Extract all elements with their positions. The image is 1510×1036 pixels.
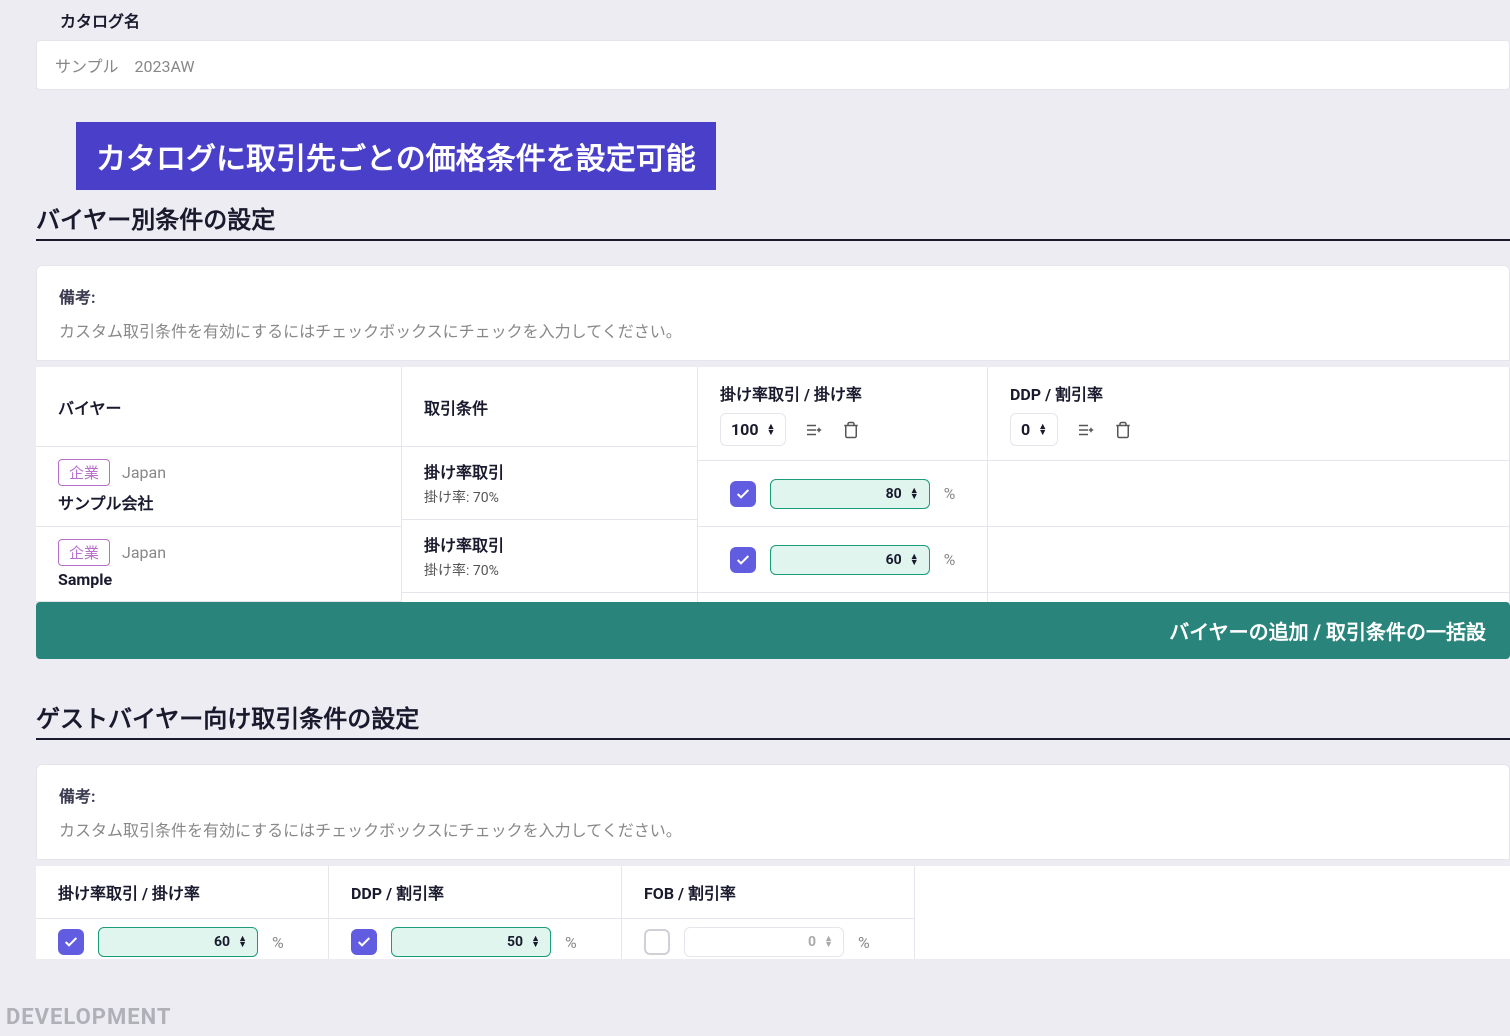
country-label: Japan: [122, 463, 166, 482]
buyer-name: サンプル会社: [58, 490, 379, 514]
table-row: 50▲▼ %: [329, 919, 621, 959]
remark-label: 備考:: [59, 783, 1487, 807]
buyer-section-title: バイヤー別条件の設定: [36, 200, 1510, 235]
trash-icon[interactable]: [840, 419, 862, 441]
trade-type: 掛け率取引: [424, 459, 675, 483]
trade-header: 取引条件: [424, 395, 675, 419]
guest-table: 掛け率取引 / 掛け率 60▲▼ % DDP / 割引率 50▲▼ % FOB …: [36, 866, 1510, 959]
guest-rate-header: 掛け率取引 / 掛け率: [36, 866, 328, 919]
guest-section-title: ゲストバイヤー向け取引条件の設定: [36, 699, 1510, 734]
guest-remark-box: 備考: カスタム取引条件を有効にするにはチェックボックスにチェックを入力してくだ…: [36, 764, 1510, 860]
rate-checkbox[interactable]: [730, 547, 756, 573]
spinner-icon[interactable]: ▲▼: [238, 936, 247, 948]
table-row: 掛け率取引 掛け率: 70%: [402, 520, 697, 593]
buyer-header: バイヤー: [58, 395, 379, 419]
rate-input[interactable]: 50▲▼: [391, 927, 551, 957]
ddp-header: DDP / 割引率: [1010, 381, 1487, 405]
rate-input[interactable]: 80 ▲▼: [770, 479, 930, 509]
percent-symbol: %: [944, 484, 956, 503]
table-row: 企業 Japan Sample: [36, 527, 401, 602]
table-row: [988, 461, 1509, 527]
rate-default-input[interactable]: 100 ▲▼: [720, 413, 786, 446]
apply-all-icon[interactable]: [1074, 419, 1096, 441]
spinner-icon[interactable]: ▲▼: [824, 936, 833, 948]
percent-symbol: %: [858, 933, 870, 952]
table-row: [988, 527, 1509, 593]
rate-checkbox[interactable]: [58, 929, 84, 955]
guest-fob-header: FOB / 割引率: [622, 866, 914, 919]
remark-text: カスタム取引条件を有効にするにはチェックボックスにチェックを入力してください。: [59, 318, 1487, 342]
spinner-icon[interactable]: ▲▼: [767, 424, 776, 436]
company-badge: 企業: [58, 539, 110, 566]
apply-all-icon[interactable]: [802, 419, 824, 441]
add-buyer-button[interactable]: バイヤーの追加 / 取引条件の一括設: [36, 602, 1510, 659]
rate-checkbox[interactable]: [730, 481, 756, 507]
rate-checkbox[interactable]: [351, 929, 377, 955]
dev-watermark: DEVELOPMENT: [6, 1005, 171, 1030]
company-badge: 企業: [58, 459, 110, 486]
table-row: 企業 Japan サンプル会社: [36, 447, 401, 527]
rate-checkbox[interactable]: [644, 929, 670, 955]
buyer-remark-box: 備考: カスタム取引条件を有効にするにはチェックボックスにチェックを入力してくだ…: [36, 265, 1510, 361]
trash-icon[interactable]: [1112, 419, 1134, 441]
ddp-default-input[interactable]: 0 ▲▼: [1010, 413, 1058, 446]
catalog-value: サンプル 2023AW: [36, 40, 1510, 90]
divider: [36, 239, 1510, 241]
table-row: 60 ▲▼ %: [698, 527, 987, 593]
percent-symbol: %: [272, 933, 284, 952]
rate-input[interactable]: 0▲▼: [684, 927, 844, 957]
catalog-label: カタログ名: [60, 8, 1510, 32]
trade-type: 掛け率取引: [424, 532, 675, 556]
remark-text: カスタム取引条件を有効にするにはチェックボックスにチェックを入力してください。: [59, 817, 1487, 841]
rate-header: 掛け率取引 / 掛け率: [720, 381, 965, 405]
guest-ddp-header: DDP / 割引率: [329, 866, 621, 919]
rate-text: 掛け率: 70%: [424, 560, 675, 580]
percent-symbol: %: [944, 550, 956, 569]
buyer-name: Sample: [58, 570, 379, 589]
remark-label: 備考:: [59, 284, 1487, 308]
percent-symbol: %: [565, 933, 577, 952]
rate-input[interactable]: 60 ▲▼: [770, 545, 930, 575]
table-row: 80 ▲▼ %: [698, 461, 987, 527]
table-row: 0▲▼ %: [622, 919, 914, 959]
table-row: 掛け率取引 掛け率: 70%: [402, 447, 697, 520]
table-row: 60▲▼ %: [36, 919, 328, 959]
spinner-icon[interactable]: ▲▼: [531, 936, 540, 948]
spinner-icon[interactable]: ▲▼: [910, 488, 919, 500]
rate-input[interactable]: 60▲▼: [98, 927, 258, 957]
country-label: Japan: [122, 543, 166, 562]
feature-banner: カタログに取引先ごとの価格条件を設定可能: [76, 122, 716, 190]
divider: [36, 738, 1510, 740]
spinner-icon[interactable]: ▲▼: [910, 554, 919, 566]
spinner-icon[interactable]: ▲▼: [1038, 424, 1047, 436]
buyer-table: バイヤー 企業 Japan サンプル会社 企業 Japan Sample 取引条…: [36, 367, 1510, 602]
rate-text: 掛け率: 70%: [424, 487, 675, 507]
